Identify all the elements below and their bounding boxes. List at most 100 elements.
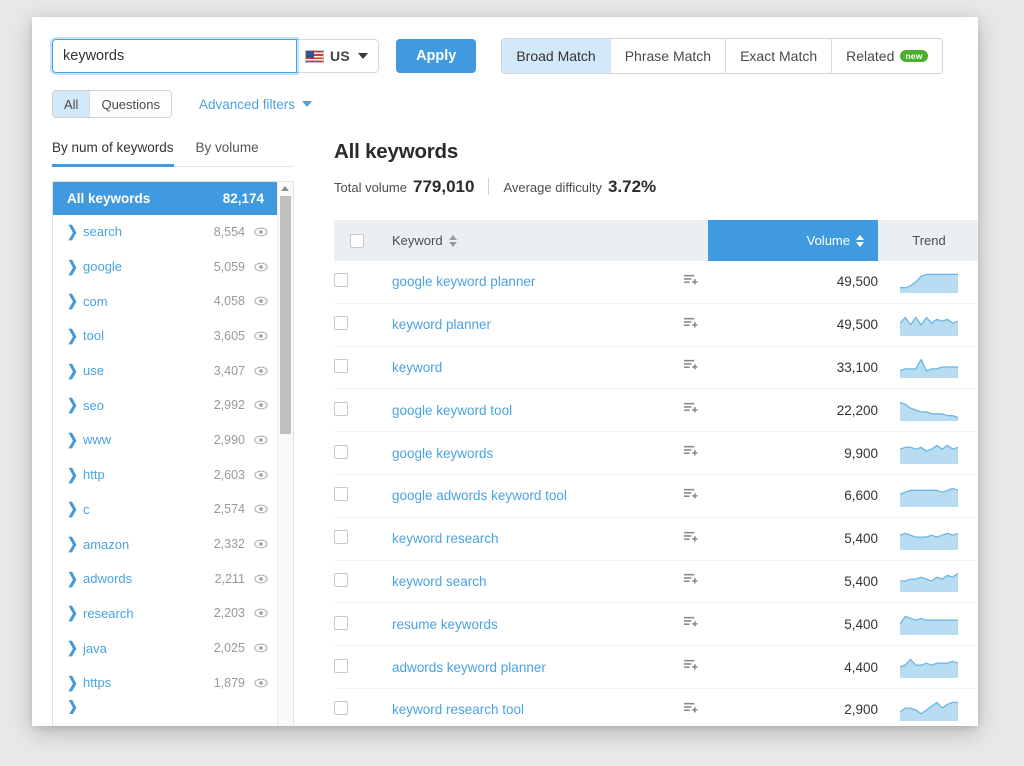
row-checkbox[interactable] — [334, 615, 348, 630]
chevron-right-icon[interactable]: ❯ — [67, 257, 83, 275]
add-to-list-icon[interactable] — [683, 658, 698, 676]
row-checkbox[interactable] — [334, 701, 348, 716]
segment-questions[interactable]: Questions — [90, 91, 171, 117]
chevron-right-icon[interactable]: ❯ — [67, 223, 83, 241]
row-checkbox[interactable] — [334, 572, 348, 587]
keyword-link[interactable]: keyword research — [392, 531, 499, 546]
row-checkbox[interactable] — [334, 444, 348, 459]
keyword-link[interactable]: resume keywords — [392, 617, 498, 632]
keyword-link[interactable]: keyword — [392, 360, 442, 375]
table-row[interactable]: adwords keyword planner 4,400 — [334, 645, 978, 689]
row-checkbox[interactable] — [334, 401, 348, 416]
eye-icon[interactable] — [254, 398, 268, 412]
keyword-link[interactable]: google keyword tool — [392, 403, 512, 418]
scroll-up-arrow-icon[interactable] — [281, 185, 289, 191]
sidebar-item-tool[interactable]: ❯ tool 3,605 — [53, 319, 278, 354]
chevron-right-icon[interactable]: ❯ — [67, 431, 83, 449]
eye-icon[interactable] — [254, 572, 268, 586]
eye-icon[interactable] — [254, 606, 268, 620]
table-row[interactable]: google keyword planner 49,500 — [334, 261, 978, 304]
advanced-filters-toggle[interactable]: Advanced filters — [199, 97, 313, 112]
table-row[interactable]: google keyword tool 22,200 — [334, 388, 978, 433]
chevron-right-icon[interactable]: ❯ — [67, 361, 83, 379]
add-to-list-icon[interactable] — [683, 487, 698, 505]
eye-icon[interactable] — [254, 468, 268, 482]
sidebar-item-www[interactable]: ❯ www 2,990 — [53, 423, 278, 458]
add-to-list-icon[interactable] — [683, 615, 698, 633]
table-row[interactable]: keyword research tool 2,900 — [334, 688, 978, 726]
sort-arrows-icon[interactable] — [448, 234, 457, 247]
chevron-right-icon[interactable]: ❯ — [67, 535, 83, 553]
row-checkbox[interactable] — [334, 658, 348, 673]
search-input[interactable] — [52, 39, 297, 73]
chevron-right-icon[interactable]: ❯ — [67, 674, 83, 692]
sidebar-item-all-keywords[interactable]: All keywords 82,174 — [53, 181, 278, 215]
row-checkbox[interactable] — [334, 273, 348, 288]
sidebar-item-partial[interactable]: ❯ — [53, 700, 278, 714]
eye-icon[interactable] — [254, 676, 268, 690]
apply-button[interactable]: Apply — [396, 39, 477, 73]
keyword-link[interactable]: keyword research tool — [392, 702, 524, 717]
eye-icon[interactable] — [254, 641, 268, 655]
eye-icon[interactable] — [254, 433, 268, 447]
scrollbar-thumb[interactable] — [280, 195, 291, 434]
table-row[interactable]: keyword 33,100 — [334, 346, 978, 390]
keyword-link[interactable]: google keywords — [392, 446, 493, 461]
sidebar-item-research[interactable]: ❯ research 2,203 — [53, 596, 278, 631]
keyword-link[interactable]: keyword planner — [392, 317, 491, 332]
keyword-link[interactable]: google adwords keyword tool — [392, 488, 567, 503]
keyword-link[interactable]: keyword search — [392, 574, 487, 589]
eye-icon[interactable] — [254, 364, 268, 378]
chevron-right-icon[interactable]: ❯ — [67, 500, 83, 518]
table-row[interactable]: keyword research 5,400 — [334, 517, 978, 561]
chevron-right-icon[interactable]: ❯ — [67, 639, 83, 657]
table-row[interactable]: google adwords keyword tool 6,600 — [334, 474, 978, 518]
chevron-right-icon[interactable]: ❯ — [67, 396, 83, 414]
sidebar-item-search[interactable]: ❯ search 8,554 — [53, 215, 278, 250]
sidebar-item-seo[interactable]: ❯ seo 2,992 — [53, 388, 278, 423]
sidebar-item-http[interactable]: ❯ http 2,603 — [53, 457, 278, 492]
sidebar-tab-by-num-of-keywords[interactable]: By num of keywords — [52, 140, 174, 167]
sidebar-item-https[interactable]: ❯ https 1,879 — [53, 665, 278, 700]
eye-icon[interactable] — [254, 260, 268, 274]
sidebar-tab-by-volume[interactable]: By volume — [196, 140, 259, 167]
eye-icon[interactable] — [254, 294, 268, 308]
segment-all[interactable]: All — [53, 91, 91, 117]
sidebar-scrollbar[interactable] — [277, 181, 293, 726]
eye-icon[interactable] — [254, 537, 268, 551]
chevron-right-icon[interactable]: ❯ — [67, 700, 83, 714]
table-row[interactable]: keyword planner 49,500 — [334, 303, 978, 347]
row-checkbox[interactable] — [334, 316, 348, 331]
row-checkbox[interactable] — [334, 487, 348, 502]
chevron-right-icon[interactable]: ❯ — [67, 570, 83, 588]
sort-arrows-icon[interactable] — [856, 234, 864, 247]
add-to-list-icon[interactable] — [683, 530, 698, 548]
table-row[interactable]: google keywords 9,900 — [334, 431, 978, 475]
tab-exact-match[interactable]: Exact Match — [726, 39, 833, 73]
chevron-right-icon[interactable]: ❯ — [67, 292, 83, 310]
tab-related[interactable]: Related new — [832, 39, 942, 73]
sidebar-item-c[interactable]: ❯ c 2,574 — [53, 492, 278, 527]
chevron-right-icon[interactable]: ❯ — [67, 327, 83, 345]
add-to-list-icon[interactable] — [683, 316, 698, 334]
row-checkbox[interactable] — [334, 530, 348, 545]
eye-icon[interactable] — [254, 329, 268, 343]
tab-broad-match[interactable]: Broad Match — [502, 39, 611, 73]
sidebar-item-use[interactable]: ❯ use 3,407 — [53, 353, 278, 388]
keyword-link[interactable]: google keyword planner — [392, 274, 535, 289]
select-all-checkbox[interactable] — [350, 233, 364, 248]
keyword-link[interactable]: adwords keyword planner — [392, 660, 546, 675]
column-volume[interactable]: Volume — [708, 220, 878, 261]
eye-icon[interactable] — [254, 225, 268, 239]
add-to-list-icon[interactable] — [683, 701, 698, 719]
table-row[interactable]: keyword search 5,400 — [334, 560, 978, 604]
add-to-list-icon[interactable] — [683, 444, 698, 462]
sidebar-item-java[interactable]: ❯ java 2,025 — [53, 631, 278, 666]
chevron-right-icon[interactable]: ❯ — [67, 465, 83, 483]
chevron-right-icon[interactable]: ❯ — [67, 604, 83, 622]
sidebar-item-amazon[interactable]: ❯ amazon 2,332 — [53, 527, 278, 562]
tab-phrase-match[interactable]: Phrase Match — [610, 39, 727, 73]
country-select[interactable]: US — [296, 39, 380, 73]
sidebar-item-adwords[interactable]: ❯ adwords 2,211 — [53, 561, 278, 596]
sidebar-item-google[interactable]: ❯ google 5,059 — [53, 249, 278, 284]
